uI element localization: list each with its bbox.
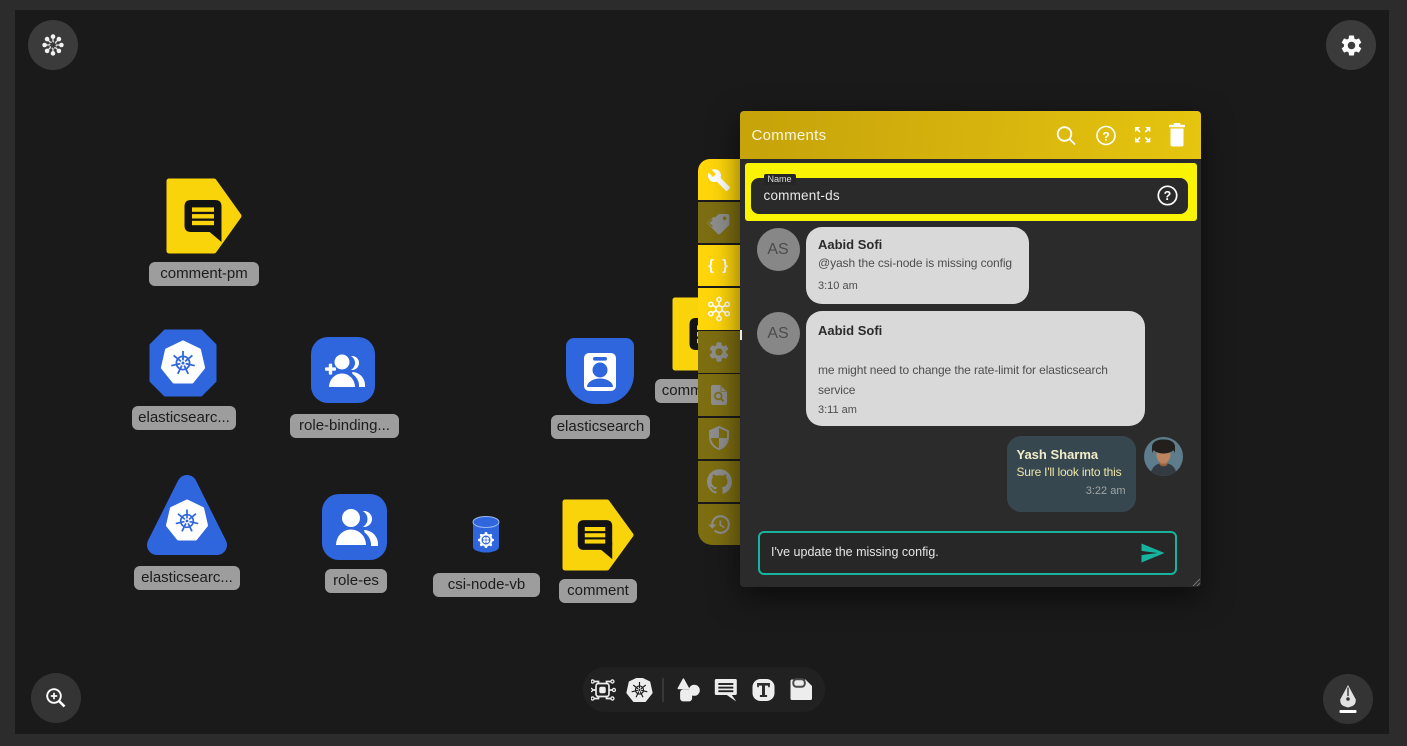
svg-text:?: ? [1102, 130, 1109, 144]
svg-text:?: ? [1164, 189, 1172, 203]
